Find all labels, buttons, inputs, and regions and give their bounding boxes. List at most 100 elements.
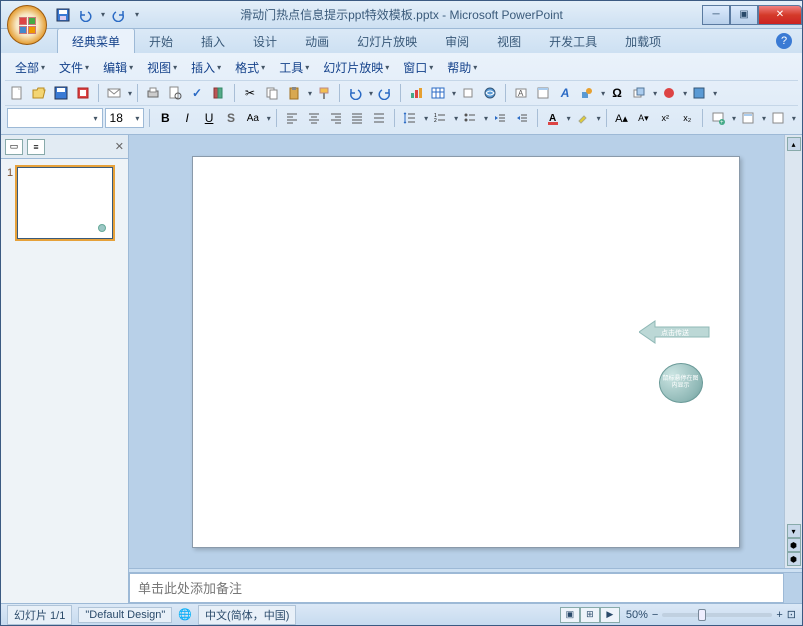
text-box-icon[interactable]: A [511, 83, 531, 103]
tab-insert[interactable]: 插入 [187, 29, 239, 53]
zoom-slider[interactable] [662, 613, 772, 617]
maximize-button[interactable]: ▣ [730, 5, 758, 25]
align-right-icon[interactable] [326, 108, 346, 128]
font-size-combo[interactable]: 18▾ [105, 108, 145, 128]
zoom-in-icon[interactable]: + [776, 609, 782, 621]
table-dd[interactable]: ▾ [452, 89, 456, 98]
shadow-button[interactable]: S [221, 108, 241, 128]
design-icon[interactable] [689, 83, 709, 103]
undo-dd[interactable]: ▾ [369, 89, 373, 98]
reset-icon[interactable] [768, 108, 788, 128]
tab-review[interactable]: 审阅 [431, 29, 483, 53]
menu-insert[interactable]: 插入▾ [185, 57, 227, 78]
email-dropdown[interactable]: ▾ [128, 89, 132, 98]
office-button[interactable] [7, 5, 47, 45]
header-footer-icon[interactable] [533, 83, 553, 103]
permission-icon[interactable] [73, 83, 93, 103]
design-dd[interactable]: ▾ [713, 89, 717, 98]
format-painter-icon[interactable] [314, 83, 334, 103]
menu-help[interactable]: 帮助▾ [441, 57, 483, 78]
decrease-indent-icon[interactable] [490, 108, 510, 128]
save-icon[interactable] [51, 83, 71, 103]
ls-dd[interactable]: ▾ [424, 114, 428, 123]
open-icon[interactable] [29, 83, 49, 103]
align-center-icon[interactable] [304, 108, 324, 128]
tab-design[interactable]: 设计 [239, 29, 291, 53]
ly-dd[interactable]: ▾ [762, 114, 766, 123]
arrow-shape[interactable]: 点击传送 [639, 319, 711, 345]
language-icon[interactable]: 🌐 [178, 608, 192, 621]
redo-icon[interactable] [111, 7, 127, 23]
slides-tab-icon[interactable]: ▭ [5, 139, 23, 155]
circle-shape[interactable]: 鼠标悬停在图内显示 [659, 363, 703, 403]
menu-edit[interactable]: 编辑▾ [97, 57, 139, 78]
bold-button[interactable]: B [155, 108, 175, 128]
italic-button[interactable]: I [177, 108, 197, 128]
close-panel-icon[interactable]: ✕ [115, 140, 124, 153]
symbol-icon[interactable]: Ω [607, 83, 627, 103]
close-button[interactable]: ✕ [758, 5, 802, 25]
fc-dd[interactable]: ▾ [567, 114, 571, 123]
new-slide-icon[interactable]: + [708, 108, 728, 128]
menu-view[interactable]: 视图▾ [141, 57, 183, 78]
tables-icon[interactable] [458, 83, 478, 103]
menu-slideshow[interactable]: 幻灯片放映▾ [317, 57, 395, 78]
new-icon[interactable] [7, 83, 27, 103]
slide[interactable]: 点击传送 鼠标悬停在图内显示 [192, 156, 740, 548]
align-justify-icon[interactable] [347, 108, 367, 128]
print-preview-icon[interactable] [165, 83, 185, 103]
paste-icon[interactable] [284, 83, 304, 103]
menu-tools[interactable]: 工具▾ [273, 57, 315, 78]
scroll-down-icon[interactable]: ▾ [787, 524, 801, 538]
menu-all[interactable]: 全部▾ [9, 57, 51, 78]
tab-view[interactable]: 视图 [483, 29, 535, 53]
decrease-font-icon[interactable]: A▾ [633, 108, 653, 128]
tab-classic-menu[interactable]: 经典菜单 [57, 28, 135, 53]
undo-dropdown[interactable]: ▾ [101, 10, 105, 19]
font-name-combo[interactable]: ▾ [7, 108, 103, 128]
distributed-icon[interactable] [369, 108, 389, 128]
next-slide-icon[interactable]: ⬢ [787, 552, 801, 566]
line-spacing-icon[interactable] [400, 108, 420, 128]
case-dd[interactable]: ▾ [267, 114, 271, 123]
undo-icon[interactable] [345, 83, 365, 103]
layout-icon[interactable] [738, 108, 758, 128]
table-icon[interactable] [428, 83, 448, 103]
zoom-level[interactable]: 50% [626, 609, 648, 621]
prev-slide-icon[interactable]: ⬢ [787, 538, 801, 552]
arrange-dd[interactable]: ▾ [653, 89, 657, 98]
paste-dropdown[interactable]: ▾ [308, 89, 312, 98]
redo-icon[interactable] [375, 83, 395, 103]
font-color-icon[interactable]: A [543, 108, 563, 128]
minimize-button[interactable]: ─ [702, 5, 730, 25]
menu-window[interactable]: 窗口▾ [397, 57, 439, 78]
save-icon[interactable] [55, 7, 71, 23]
menu-format[interactable]: 格式▾ [229, 57, 271, 78]
print-icon[interactable] [143, 83, 163, 103]
qs-dd[interactable]: ▾ [683, 89, 687, 98]
research-icon[interactable] [209, 83, 229, 103]
quick-styles-icon[interactable] [659, 83, 679, 103]
highlight-icon[interactable] [573, 108, 593, 128]
numbering-icon[interactable]: 12 [430, 108, 450, 128]
shapes-dd[interactable]: ▾ [601, 89, 605, 98]
increase-font-icon[interactable]: A▴ [612, 108, 632, 128]
hyperlink-icon[interactable] [480, 83, 500, 103]
num-dd[interactable]: ▾ [454, 114, 458, 123]
tab-addins[interactable]: 加载项 [611, 29, 675, 53]
slide-thumbnail[interactable]: 1 [7, 167, 122, 239]
cut-icon[interactable]: ✂ [240, 83, 260, 103]
qat-customize[interactable]: ▾ [135, 10, 139, 19]
outline-tab-icon[interactable]: ≡ [27, 139, 45, 155]
increase-indent-icon[interactable] [512, 108, 532, 128]
tab-slideshow[interactable]: 幻灯片放映 [343, 29, 431, 53]
notes-pane[interactable]: 单击此处添加备注 [129, 573, 784, 603]
help-icon[interactable]: ? [776, 33, 792, 49]
status-language[interactable]: 中文(简体，中国) [198, 605, 296, 625]
rs-dd[interactable]: ▾ [792, 114, 796, 123]
tab-animation[interactable]: 动画 [291, 29, 343, 53]
arrange-icon[interactable] [629, 83, 649, 103]
ns-dd[interactable]: ▾ [732, 114, 736, 123]
chart-icon[interactable] [406, 83, 426, 103]
change-case-button[interactable]: Aa [243, 108, 263, 128]
